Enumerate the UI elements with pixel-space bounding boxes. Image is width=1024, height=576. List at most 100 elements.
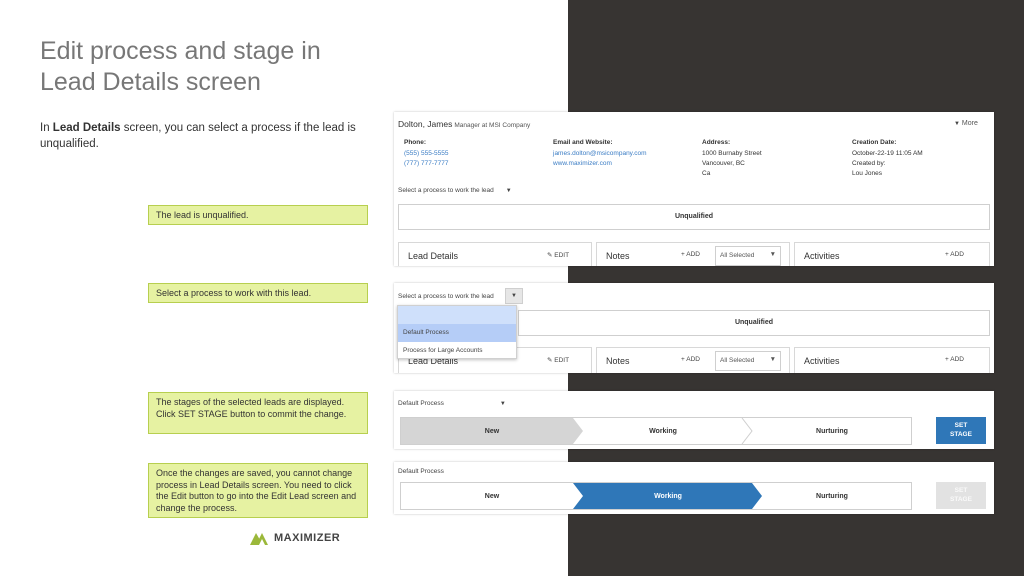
created-by-label: Created by:	[852, 160, 886, 167]
pencil-icon: ✎	[547, 252, 553, 259]
creation-date: October-22-19 11:05 AM	[852, 150, 923, 157]
plus-icon: +	[681, 251, 685, 258]
set-stage-line2: STAGE	[950, 496, 972, 503]
stage-new[interactable]: New	[401, 483, 583, 509]
set-stage-line2: STAGE	[950, 431, 972, 438]
more-menu[interactable]: ▼ More	[954, 120, 978, 127]
phone-2[interactable]: (777) 777-7777	[404, 159, 448, 169]
lead-details-card: Lead Details ✎ EDIT	[398, 242, 592, 266]
screenshot-process-dropdown: Select a process to work the lead ▼ Unqu…	[394, 283, 994, 373]
pencil-icon: ✎	[547, 357, 553, 364]
callout-unqualified: The lead is unqualified.	[148, 205, 368, 225]
screenshot-lead-details: Dolton, James Manager at MSI Company ▼ Mo…	[394, 112, 994, 266]
website-link[interactable]: www.maximizer.com	[553, 159, 612, 169]
stage-working[interactable]: Working	[583, 418, 743, 444]
screenshot-stages: Default Process ▼ New Working Nurturing S…	[394, 391, 994, 449]
process-selected-value: Default Process	[398, 400, 444, 407]
stage-new[interactable]: New	[401, 418, 583, 444]
filter-icon: ▼	[769, 356, 776, 363]
activities-add-button[interactable]: + ADD	[945, 251, 964, 258]
notes-title: Notes	[606, 251, 630, 261]
stage-path: New Working Nurturing	[400, 417, 912, 445]
status-bar-unqualified: Unqualified	[398, 204, 990, 230]
caret-down-icon: ▼	[954, 121, 960, 127]
activities-title: Activities	[804, 356, 840, 366]
plus-icon: +	[681, 356, 685, 363]
maximizer-logo: MAXIMIZER	[250, 530, 340, 546]
address-line2: Vancouver, BC	[702, 160, 745, 167]
callout-select-process: Select a process to work with this lead.	[148, 283, 368, 303]
notes-filter-label: All Selected	[720, 252, 755, 259]
stage-nurturing[interactable]: Nurturing	[752, 418, 912, 444]
notes-title: Notes	[606, 356, 630, 366]
edit-button[interactable]: ✎ EDIT	[547, 251, 569, 259]
notes-add-button[interactable]: + ADD	[681, 251, 700, 258]
notes-add-button[interactable]: + ADD	[681, 356, 700, 363]
stage-path: New Working Nurturing	[400, 482, 912, 510]
address-line3: Ca	[702, 170, 711, 177]
chevron-down-icon[interactable]: ▼	[505, 288, 523, 304]
more-label: More	[961, 120, 978, 127]
process-select-label: Select a process to work the lead	[398, 293, 494, 300]
notes-filter[interactable]: All Selected ▼	[715, 351, 781, 371]
chevron-down-icon: ▼	[505, 188, 512, 194]
slide-title: Edit process and stage in Lead Details s…	[40, 36, 370, 98]
plus-icon: +	[945, 251, 949, 258]
lead-details-title: Lead Details	[408, 251, 459, 261]
set-stage-button-disabled: SET STAGE	[936, 482, 986, 509]
stage-working-active[interactable]: Working	[583, 483, 753, 509]
activities-card: Activities + ADD	[794, 347, 990, 373]
process-label: Default Process	[398, 468, 444, 475]
created-by: Lou Jones	[852, 170, 882, 177]
lead-job: Manager at MSI Company	[454, 122, 531, 129]
set-stage-line1: SET	[954, 487, 968, 494]
activities-card: Activities + ADD	[794, 242, 990, 266]
process-select-label: Select a process to work the lead	[398, 187, 494, 194]
notes-add-label: ADD	[686, 356, 700, 363]
lead-name: Dolton, James	[398, 119, 453, 129]
notes-card: Notes + ADD All Selected ▼	[596, 347, 790, 373]
intro-bold: Lead Details	[52, 122, 121, 134]
intro-pre: In	[40, 122, 53, 134]
dropdown-option-large-accounts[interactable]: Process for Large Accounts	[398, 342, 516, 360]
slide-title-line2: Lead Details screen	[40, 68, 261, 96]
edit-label: EDIT	[554, 357, 570, 364]
activities-add-label: ADD	[950, 356, 964, 363]
phone-1[interactable]: (555) 555-5555	[404, 149, 448, 159]
process-select[interactable]: Select a process to work the lead	[398, 293, 494, 300]
email-link[interactable]: james.dolton@msicompany.com	[553, 149, 647, 159]
phone-label: Phone:	[404, 139, 427, 146]
plus-icon: +	[945, 356, 949, 363]
status-bar-unqualified: Unqualified	[518, 310, 990, 336]
filter-icon: ▼	[769, 251, 776, 258]
callout-stages: The stages of the selected leads are dis…	[148, 392, 368, 434]
address-label: Address:	[702, 139, 731, 146]
activities-add-label: ADD	[950, 251, 964, 258]
set-stage-button[interactable]: SET STAGE	[936, 417, 986, 444]
notes-card: Notes + ADD All Selected ▼	[596, 242, 790, 266]
callout-saved: Once the changes are saved, you cannot c…	[148, 463, 368, 518]
notes-filter-label: All Selected	[720, 357, 755, 364]
address-line1: 1000 Burnaby Street	[702, 150, 762, 157]
dropdown-option-default-process[interactable]: Default Process	[398, 324, 516, 342]
stage-nurturing[interactable]: Nurturing	[752, 483, 912, 509]
activities-title: Activities	[804, 251, 840, 261]
lead-name-header: Dolton, James Manager at MSI Company	[398, 119, 530, 129]
edit-button[interactable]: ✎ EDIT	[547, 356, 569, 364]
edit-label: EDIT	[554, 252, 570, 259]
intro-text: In Lead Details screen, you can select a…	[40, 120, 370, 152]
notes-add-label: ADD	[686, 251, 700, 258]
process-select[interactable]: Select a process to work the lead ▼	[398, 187, 512, 194]
chevron-down-icon: ▼	[499, 401, 506, 407]
notes-filter[interactable]: All Selected ▼	[715, 246, 781, 266]
maximizer-logo-icon	[250, 531, 270, 545]
screenshot-saved-stage: Default Process New Working Nurturing SE…	[394, 462, 994, 514]
slide-title-line1: Edit process and stage in	[40, 37, 321, 65]
email-label: Email and Website:	[553, 139, 613, 146]
process-dropdown-menu: Default Process Process for Large Accoun…	[397, 305, 517, 359]
activities-add-button[interactable]: + ADD	[945, 356, 964, 363]
creation-date-label: Creation Date:	[852, 139, 897, 146]
maximizer-logo-text: MAXIMIZER	[274, 532, 341, 544]
dropdown-option-blank[interactable]	[398, 306, 516, 324]
process-select[interactable]: Default Process ▼	[398, 400, 506, 407]
